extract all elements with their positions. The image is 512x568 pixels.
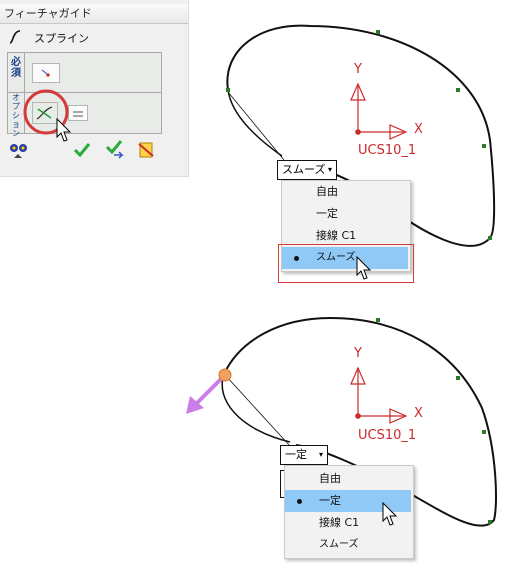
ucs-x-label-2: X [414,406,423,421]
continuity-combo-2[interactable]: 一定 ▾ [280,445,328,465]
combo-value: スムーズ [282,163,326,176]
ucs-x-label-1: X [414,122,423,137]
menu-item-fixed[interactable]: 一定 [282,203,410,225]
mouse-cursor-icon [356,256,372,280]
continuity-combo-1[interactable]: スムーズ ▾ [277,160,337,180]
menu-item-smooth[interactable]: スムーズ [285,534,413,556]
chevron-down-icon: ▾ [327,165,332,174]
ucs-y-label-1: Y [354,62,362,77]
chevron-down-icon: ▾ [318,450,323,459]
combo-value: 一定 [285,448,307,461]
mouse-cursor-icon [382,502,398,526]
menu-item-free[interactable]: 自由 [282,181,410,203]
ucs-axes-2 [350,366,408,424]
ucs-axes-1 [350,82,408,140]
ucs-y-label-2: Y [354,346,362,361]
selected-bullet-icon [297,499,302,504]
cad-canvas [186,24,497,527]
menu-item-free[interactable]: 自由 [285,468,413,490]
ucs-name-2: UCS10_1 [358,428,417,443]
highlight-frame [278,244,414,283]
ucs-name-1: UCS10_1 [358,143,417,158]
